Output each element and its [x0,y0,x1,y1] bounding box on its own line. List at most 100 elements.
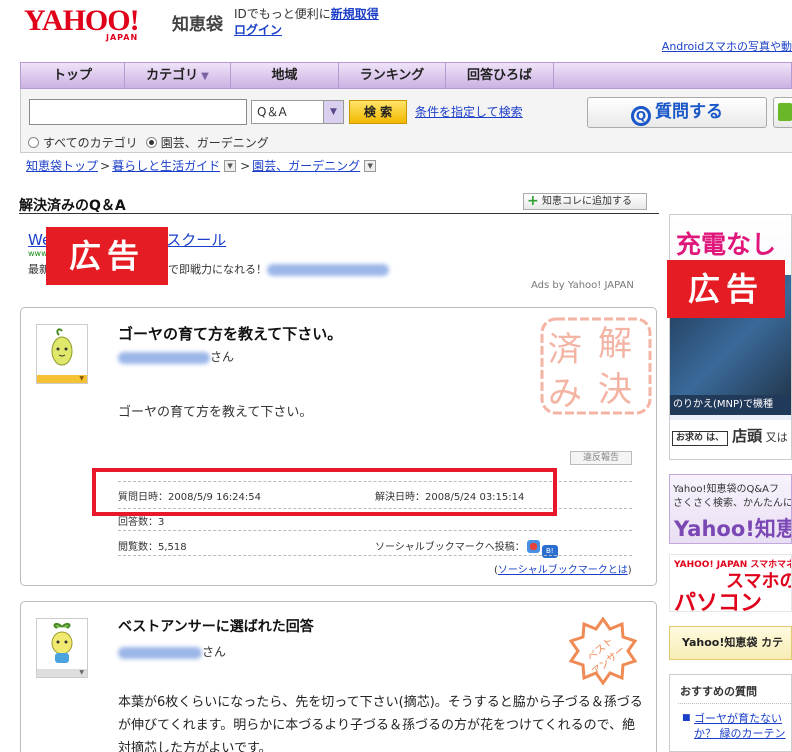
chevron-down-icon[interactable]: ▼ [364,159,377,172]
login-link[interactable]: ログイン [234,23,282,37]
social-bookmark-help-link[interactable]: (ソーシャルブックマークとは) [494,561,632,576]
breadcrumb-separator: > [240,158,251,173]
smartphone-manager-banner[interactable]: YAHOO! JAPAN スマホマネージャー スマホの パソコン [669,554,792,612]
breadcrumb-separator: > [100,158,111,173]
ad-link-suffix: スクール [166,231,227,249]
stamp-char-4: み [548,374,582,414]
smartphone-subheadline: パソコン [674,591,763,612]
avatar-menu[interactable]: ▼ [37,375,87,383]
social-label: ソーシャルブックマークへ投稿： [375,542,525,553]
breadcrumb-living[interactable]: 暮らしと生活ガイド [112,157,220,174]
ad-label-badge: 広告 [667,260,785,318]
banner-strip: のりかえ(MNP)で機種 [670,395,791,415]
search-type-value: Q＆A [257,105,287,119]
category-app-box[interactable]: Yahoo!知恵袋 カテ [669,626,792,660]
ask-question-button[interactable]: Q 質問する [587,97,767,128]
chevron-down-icon[interactable]: ▼ [224,159,237,172]
report-button[interactable]: 違反報告 [570,451,632,465]
stamp-char-3: 済 [548,330,582,370]
question-icon: Q [631,106,651,126]
radio-all-categories[interactable] [28,137,39,148]
nav-top[interactable]: トップ [21,63,125,88]
redacted-username [118,351,210,364]
question-title: ゴーヤの育て方を教えて下さい。 [118,325,343,343]
section-divider [19,213,659,214]
views-label: 閲覧数： [118,542,158,553]
redacted-text [267,264,389,276]
ad-label-badge: 広告 [46,227,168,285]
answers-label: 回答数： [118,517,158,528]
divider [678,703,791,704]
banner-headline: 充電なし [676,230,777,259]
recommended-questions: おすすめの質問 ■ ゴーヤが育たない か？ 緑のカーテン [669,674,792,752]
search-input[interactable] [29,99,247,125]
qa-promo-banner[interactable]: Yahoo!知恵袋のQ&Aフ さくさく検索、かんたんに質 Yahoo!知恵 [669,474,792,544]
android-promo-link[interactable]: Androidスマホの写真や動 [662,38,792,54]
answer-user[interactable]: さん [118,643,226,660]
nav-top-label: トップ [52,68,92,83]
question-body: ゴーヤの育て方を教えて下さい。 [118,405,313,420]
best-answer-badge-icon: ベスト アンサー [569,617,637,685]
qa-promo-line1: Yahoo!知恵袋のQ&Aフ [673,484,779,495]
sprout-avatar-icon [51,328,73,366]
category-scope: すべてのカテゴリ 園芸、ガーデニング [28,134,269,151]
nav-category[interactable]: カテゴリ ▼ [125,63,231,88]
ad-desc-mid: で即戦力になれる！ [168,263,267,276]
banner-store: 店頭 [732,427,763,445]
recommended-link-2[interactable]: か？ 緑のカーテン [694,725,786,741]
highlight-box [92,468,557,516]
login-area: IDでもっと便利に新規取得 ログイン [234,6,379,38]
id-prompt: IDでもっと便利に [234,7,331,21]
views-value: 5,518 [158,542,187,553]
advanced-search-link[interactable]: 条件を指定して検索 [415,103,523,120]
view-count: 閲覧数：5,518 [118,538,187,553]
qa-promo-line2: さくさく検索、かんたんに質 [673,498,792,509]
question-user-suffix: さん [210,350,235,364]
answer-button[interactable] [773,97,792,128]
stamp-char-1: 解 [598,324,632,364]
nav-answer-plaza[interactable]: 回答ひろば [446,63,554,88]
sprout-avatar-icon [51,622,73,663]
banner-box: お求め は、 [672,430,729,446]
logo-text: YAHOO! [24,4,140,37]
nav-answer-plaza-label: 回答ひろば [466,68,532,83]
plus-icon: + [527,193,539,209]
redacted-username [118,646,202,659]
bookmark-icon[interactable] [526,540,540,553]
service-name[interactable]: 知恵袋 [172,10,223,35]
best-answer-title: ベストアンサーに選ばれた回答 [118,619,314,635]
add-to-collection-label: 知恵コレに追加する [542,196,632,207]
answers-value: 3 [158,517,165,528]
stamp-char-2: 決 [598,370,632,410]
recommended-link-1[interactable]: ゴーヤが育たない [694,710,782,726]
radio-current-category[interactable] [145,137,157,148]
breadcrumb: 知恵袋トップ > 暮らしと生活ガイド ▼ > 園芸、ガーデニング ▼ [26,157,378,174]
ad-url: www [28,249,48,258]
main-nav: トップ カテゴリ ▼ 地域 ランキング 回答ひろば [20,62,792,89]
resolved-stamp-icon: 解 決 済 み [540,317,652,415]
breadcrumb-top[interactable]: 知恵袋トップ [26,157,98,174]
register-link[interactable]: 新規取得 [331,7,379,21]
page-title: 解決済みのQ＆A [19,198,126,214]
avatar-menu[interactable]: ▼ [37,669,87,677]
radio-all-label: すべてのカテゴリ [43,136,138,150]
avatar[interactable]: ▼ [36,324,88,384]
search-type-select[interactable]: Q＆A ▼ [251,100,344,124]
divider [118,555,632,556]
nav-ranking-label: ランキング [359,68,425,83]
nav-region-label: 地域 [271,68,298,83]
hatena-bookmark-icon[interactable]: B! [541,545,558,558]
search-button[interactable]: 検 索 [349,100,407,124]
question-user[interactable]: さん [118,348,234,365]
best-answer-body: 本葉が6枚くらいになったら、先を切って下さい(摘芯)。そうすると脇から子づる＆孫… [118,695,643,752]
answer-user-suffix: さん [202,645,227,659]
right-ad-banner[interactable]: 充電なし のりかえ(MNP)で機種 お求め は、 店頭 又は [669,214,792,460]
add-to-collection-button[interactable]: + 知恵コレに追加する [523,193,647,210]
avatar[interactable]: ▼ [36,618,88,678]
pencil-icon [778,103,792,121]
nav-region[interactable]: 地域 [231,63,339,88]
bullet-icon: ■ [682,713,691,723]
breadcrumb-gardening[interactable]: 園芸、ガーデニング [252,157,360,174]
nav-ranking[interactable]: ランキング [339,63,446,88]
yahoo-japan-logo[interactable]: YAHOO! JAPAN [24,4,140,43]
